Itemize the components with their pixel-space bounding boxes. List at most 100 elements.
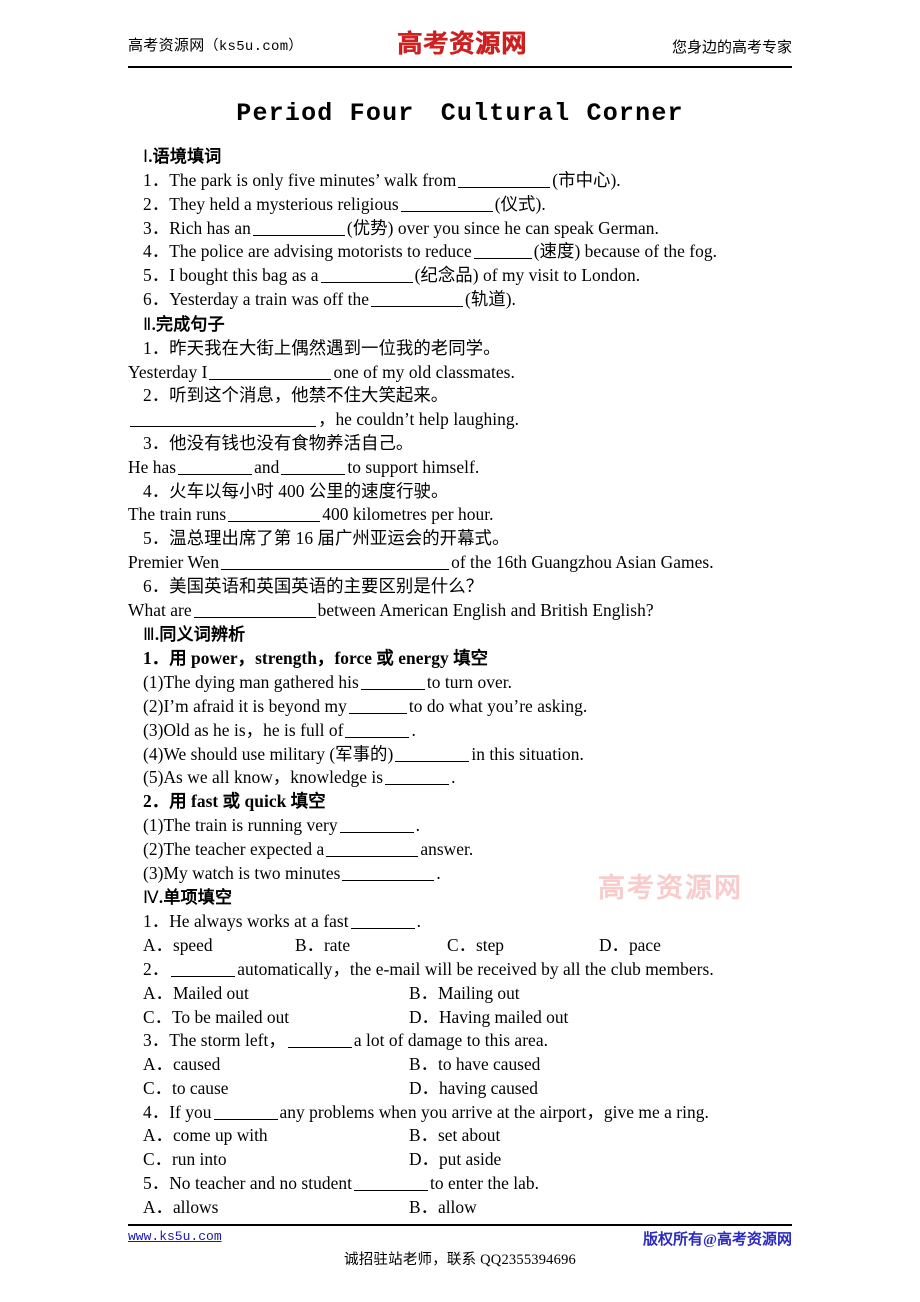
fill-blank[interactable] — [370, 292, 463, 307]
item-number: 2． — [143, 193, 170, 214]
fill-blank[interactable] — [458, 173, 551, 188]
fill-blank[interactable] — [193, 603, 316, 618]
item-text-post: (市中心). — [552, 170, 621, 190]
prompt-mid: 或 — [372, 648, 399, 669]
item-number: 5． — [143, 265, 170, 286]
fill-blank[interactable] — [252, 221, 345, 236]
item-text-pre: The teacher expected a — [163, 838, 325, 859]
option-c[interactable]: C．run into — [143, 1148, 409, 1172]
stem-post: any problems when you arrive at the airp… — [279, 1101, 709, 1122]
option-b[interactable]: B．to have caused — [409, 1053, 675, 1077]
item-text-pre: What are — [128, 599, 192, 620]
item-text-pre: Old as he is，he is full of — [163, 719, 344, 740]
item-text-post: one of my old classmates. — [333, 361, 515, 382]
option-b[interactable]: B．set about — [409, 1124, 675, 1148]
fill-blank[interactable] — [348, 699, 407, 714]
option-d[interactable]: D．put aside — [409, 1148, 675, 1172]
option-c[interactable]: C．to cause — [143, 1077, 409, 1101]
item-text-post: 400 kilometres per hour. — [322, 504, 494, 525]
item-text-mid: and — [254, 456, 280, 477]
option-a[interactable]: A．speed — [143, 934, 295, 958]
exercise-prompt-cn: 2．听到这个消息，他禁不住大笑起来。 — [143, 385, 449, 406]
fill-blank[interactable] — [130, 412, 316, 428]
exercise-item: 6．Yesterday a train was off the (轨道). — [128, 288, 800, 312]
fill-blank[interactable] — [339, 818, 414, 833]
item-number: (3) — [143, 719, 164, 740]
option-b[interactable]: B．Mailing out — [409, 982, 675, 1006]
header-logo: 高考资源网 — [396, 29, 527, 58]
item-number: (2) — [143, 838, 164, 859]
exercise-item: (5)As we all know，knowledge is. — [128, 766, 800, 790]
option-a[interactable]: A．allows — [143, 1196, 409, 1220]
stem-pre: No teacher and no student — [169, 1173, 353, 1194]
item-text-post: in this situation. — [471, 743, 584, 764]
item-text-pre: As we all know，knowledge is — [163, 767, 384, 788]
option-c[interactable]: C．To be mailed out — [143, 1006, 409, 1030]
header-tagline: 您身边的高考专家 — [671, 40, 792, 56]
word-choice-prompt: 1．用 power，strength，force 或 energy 填空 — [128, 647, 800, 671]
item-text-pre: I’m afraid it is beyond my — [163, 695, 347, 716]
item-text-post: . — [415, 814, 420, 835]
fill-blank[interactable] — [209, 365, 332, 380]
section-heading-1: Ⅰ.语境填词 — [128, 144, 800, 169]
fill-blank[interactable] — [320, 268, 413, 284]
item-text-post: of the 16th Guangzhou Asian Games. — [451, 551, 714, 572]
item-text-post: ，he couldn’t help laughing. — [318, 409, 519, 430]
fill-blank[interactable] — [400, 197, 493, 212]
footer-url-link[interactable]: www.ks5u.com — [128, 1229, 222, 1244]
exercise-item: (2)The teacher expected a answer. — [128, 838, 800, 862]
exercise-prompt-cn: 4．火车以每小时 400 公里的速度行驶。 — [143, 480, 449, 501]
exercise-item: (1)The train is running very. — [128, 814, 800, 838]
fill-blank[interactable] — [281, 460, 346, 475]
question-stem: 4．If you any problems when you arrive at … — [128, 1101, 800, 1125]
option-b[interactable]: B．rate — [295, 934, 447, 958]
fill-blank[interactable] — [385, 770, 450, 786]
exercise-answer-line: The train runs 400 kilometres per hour. — [128, 503, 800, 527]
exercise-item: 4．The police are advising motorists to r… — [128, 240, 800, 264]
fill-blank[interactable] — [178, 460, 253, 475]
exercise-answer-line: He has and to support himself. — [128, 456, 800, 480]
item-number: 1． — [143, 170, 170, 190]
item-text-pre: He has — [128, 456, 177, 477]
fill-blank[interactable] — [345, 723, 410, 738]
option-c[interactable]: C．step — [447, 934, 599, 958]
fill-blank[interactable] — [350, 914, 415, 930]
fill-blank[interactable] — [228, 507, 321, 523]
option-b[interactable]: B．allow — [409, 1196, 675, 1220]
header-divider — [128, 66, 792, 68]
exercise-item: (3)My watch is two minutes. — [128, 862, 800, 886]
option-d[interactable]: D．Having mailed out — [409, 1006, 675, 1030]
option-row: A．speed B．rate C．step D．pace — [128, 934, 800, 958]
fill-blank[interactable] — [326, 842, 419, 857]
fill-blank[interactable] — [354, 1176, 429, 1192]
exercise-item: 2．They held a mysterious religious (仪式). — [128, 193, 800, 217]
option-row: A．caused B．to have caused — [128, 1053, 800, 1077]
option-row: C．to cause D．having caused — [128, 1077, 800, 1101]
item-text-pre: They held a mysterious religious — [169, 193, 399, 214]
fill-blank[interactable] — [395, 747, 470, 762]
option-a[interactable]: A．come up with — [143, 1124, 409, 1148]
exercise-answer-line: Yesterday I one of my old classmates. — [128, 361, 800, 385]
item-text-post: . — [451, 767, 456, 788]
fill-blank[interactable] — [360, 675, 425, 691]
option-d[interactable]: D．pace — [599, 934, 751, 958]
group-number: 1． — [143, 648, 170, 669]
option-a[interactable]: A．caused — [143, 1053, 409, 1077]
fill-blank[interactable] — [287, 1033, 352, 1049]
exercise-prompt-cn: 5．温总理出席了第 16 届广州亚运会的开幕式。 — [143, 528, 510, 549]
fill-blank[interactable] — [473, 244, 532, 260]
fill-blank[interactable] — [213, 1105, 278, 1120]
option-row: C．run into D．put aside — [128, 1148, 800, 1172]
item-text-pre: The police are advising motorists to red… — [169, 241, 472, 262]
header-site-name: 高考资源网 — [128, 38, 205, 54]
fill-blank[interactable] — [171, 962, 236, 977]
prompt-words-2: quick — [244, 791, 287, 812]
item-number: (1) — [143, 672, 164, 693]
item-text-post: to turn over. — [426, 672, 513, 693]
option-a[interactable]: A．Mailed out — [143, 982, 409, 1006]
stem-post: automatically，the e-mail will be receive… — [237, 958, 714, 979]
option-d[interactable]: D．having caused — [409, 1077, 675, 1101]
fill-blank[interactable] — [342, 866, 435, 881]
fill-blank[interactable] — [221, 555, 450, 570]
exercise-item: (3)Old as he is，he is full of. — [128, 719, 800, 743]
